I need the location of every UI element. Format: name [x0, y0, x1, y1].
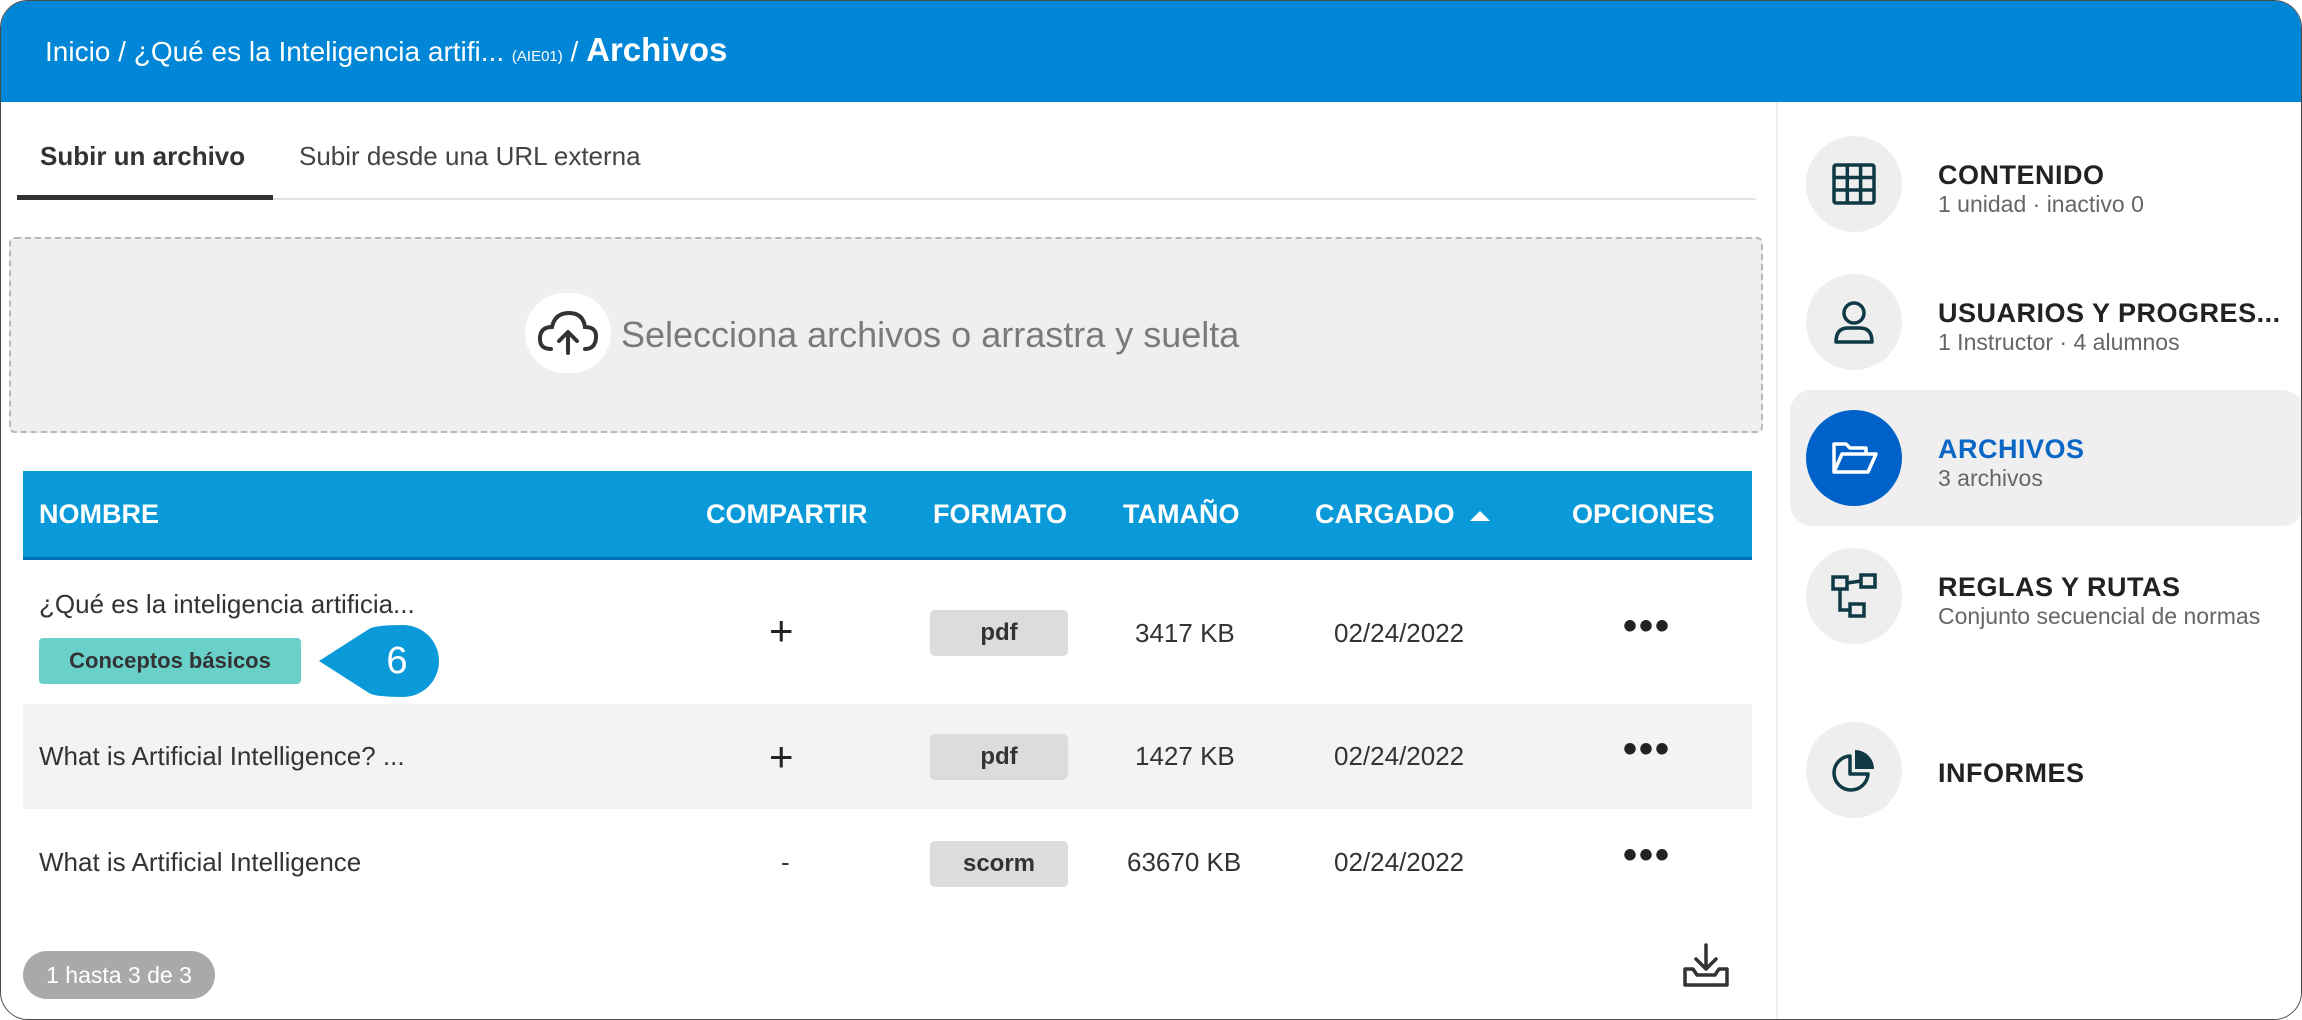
- sidebar-item-informes[interactable]: INFORMES: [1790, 706, 2301, 834]
- breadcrumb-separator: /: [118, 36, 126, 67]
- active-tab-indicator: [17, 195, 273, 200]
- dropzone-text: Selecciona archivos o arrastra y suelta: [621, 314, 1240, 355]
- upload-button[interactable]: [525, 293, 611, 373]
- tab-upload-file[interactable]: Subir un archivo: [40, 141, 245, 172]
- breadcrumb-home-link[interactable]: Inicio: [45, 36, 110, 67]
- column-size[interactable]: TAMAÑO: [1123, 499, 1239, 530]
- file-size: 3417 KB: [1135, 618, 1235, 648]
- format-badge: scorm: [930, 841, 1068, 887]
- sidebar-icon-circle: [1806, 548, 1902, 644]
- file-size: 1427 KB: [1135, 741, 1235, 771]
- sidebar-icon-circle: [1806, 274, 1902, 370]
- download-icon[interactable]: [1681, 941, 1731, 989]
- sidebar-icon-circle: [1806, 410, 1902, 506]
- share-unavailable: -: [781, 847, 790, 877]
- column-uploaded[interactable]: CARGADO: [1315, 499, 1455, 530]
- more-options-icon[interactable]: •••: [1623, 606, 1671, 646]
- breadcrumb-course-link[interactable]: ¿Qué es la Inteligencia artifi...: [134, 36, 504, 67]
- pagination-info: 1 hasta 3 de 3: [23, 951, 215, 999]
- file-size: 63670 KB: [1127, 847, 1242, 877]
- user-icon: [1834, 301, 1874, 344]
- share-plus-icon[interactable]: +: [769, 736, 794, 778]
- breadcrumb: Inicio / ¿Qué es la Inteligencia artifi.…: [45, 31, 727, 69]
- sidebar-item-subtitle: 1 Instructor · 4 alumnos: [1938, 329, 2180, 355]
- files-table-header: NOMBRE COMPARTIR FORMATO TAMAÑO CARGADO …: [23, 471, 1752, 560]
- format-badge: pdf: [930, 610, 1068, 656]
- sidebar-item-contenido[interactable]: CONTENIDO 1 unidad · inactivo 0: [1790, 120, 2301, 248]
- column-share[interactable]: COMPARTIR: [706, 499, 868, 530]
- tab-upload-url[interactable]: Subir desde una URL externa: [299, 141, 641, 172]
- header-bar: Inicio / ¿Qué es la Inteligencia artifi.…: [1, 1, 2301, 102]
- sidebar-item-archivos[interactable]: ARCHIVOS 3 archivos: [1790, 390, 2301, 526]
- upload-date: 02/24/2022: [1334, 847, 1465, 877]
- table-row[interactable]: What is Artificial Intelligence - scorm …: [23, 809, 1752, 914]
- more-options-icon[interactable]: •••: [1623, 835, 1671, 875]
- breadcrumb-course-code: (AIE01): [511, 48, 563, 65]
- upload-date: 02/24/2022: [1334, 741, 1465, 771]
- sidebar-icon-circle: [1806, 722, 1902, 818]
- app-window: Inicio / ¿Qué es la Inteligencia artifi.…: [0, 0, 2302, 1020]
- upload-date: 02/24/2022: [1334, 618, 1465, 648]
- folder-open-icon: [1832, 442, 1878, 474]
- column-options[interactable]: OPCIONES: [1572, 499, 1715, 530]
- file-name-link[interactable]: What is Artificial Intelligence: [39, 847, 361, 878]
- breadcrumb-current: Archivos: [586, 31, 728, 68]
- tabs-divider: [17, 198, 1756, 200]
- callout-number: 6: [386, 640, 407, 682]
- file-tag[interactable]: Conceptos básicos: [39, 638, 301, 684]
- course-sidebar: CONTENIDO 1 unidad · inactivo 0 USUARIOS…: [1776, 102, 2301, 1019]
- sidebar-item-subtitle: Conjunto secuencial de normas: [1938, 603, 2261, 629]
- sort-ascending-icon[interactable]: [1470, 509, 1490, 521]
- sidebar-item-subtitle: 1 unidad · inactivo 0: [1938, 191, 2144, 217]
- file-name-link[interactable]: What is Artificial Intelligence? ...: [39, 741, 405, 772]
- sidebar-item-reglas[interactable]: REGLAS Y RUTAS Conjunto secuencial de no…: [1790, 532, 2301, 692]
- pie-chart-icon: [1832, 750, 1874, 792]
- column-name[interactable]: NOMBRE: [39, 499, 159, 530]
- breadcrumb-separator: /: [570, 36, 579, 67]
- column-format[interactable]: FORMATO: [933, 499, 1067, 530]
- callout-marker: 6: [319, 625, 439, 697]
- grid-icon: [1832, 163, 1876, 205]
- format-badge: pdf: [930, 734, 1068, 780]
- sidebar-item-subtitle: 3 archivos: [1938, 465, 2043, 491]
- table-row[interactable]: ¿Qué es la inteligencia artificia... Con…: [23, 560, 1752, 704]
- table-row[interactable]: What is Artificial Intelligence? ... + p…: [23, 704, 1752, 809]
- sidebar-item-title: INFORMES: [1938, 758, 2085, 788]
- flow-icon: [1831, 573, 1877, 618]
- file-name-link[interactable]: ¿Qué es la inteligencia artificia...: [39, 589, 415, 620]
- share-plus-icon[interactable]: +: [769, 610, 794, 652]
- more-options-icon[interactable]: •••: [1623, 729, 1671, 769]
- cloud-upload-icon: [537, 310, 599, 355]
- sidebar-icon-circle: [1806, 136, 1902, 232]
- sidebar-item-usuarios[interactable]: USUARIOS Y PROGRES... 1 Instructor · 4 a…: [1790, 258, 2301, 386]
